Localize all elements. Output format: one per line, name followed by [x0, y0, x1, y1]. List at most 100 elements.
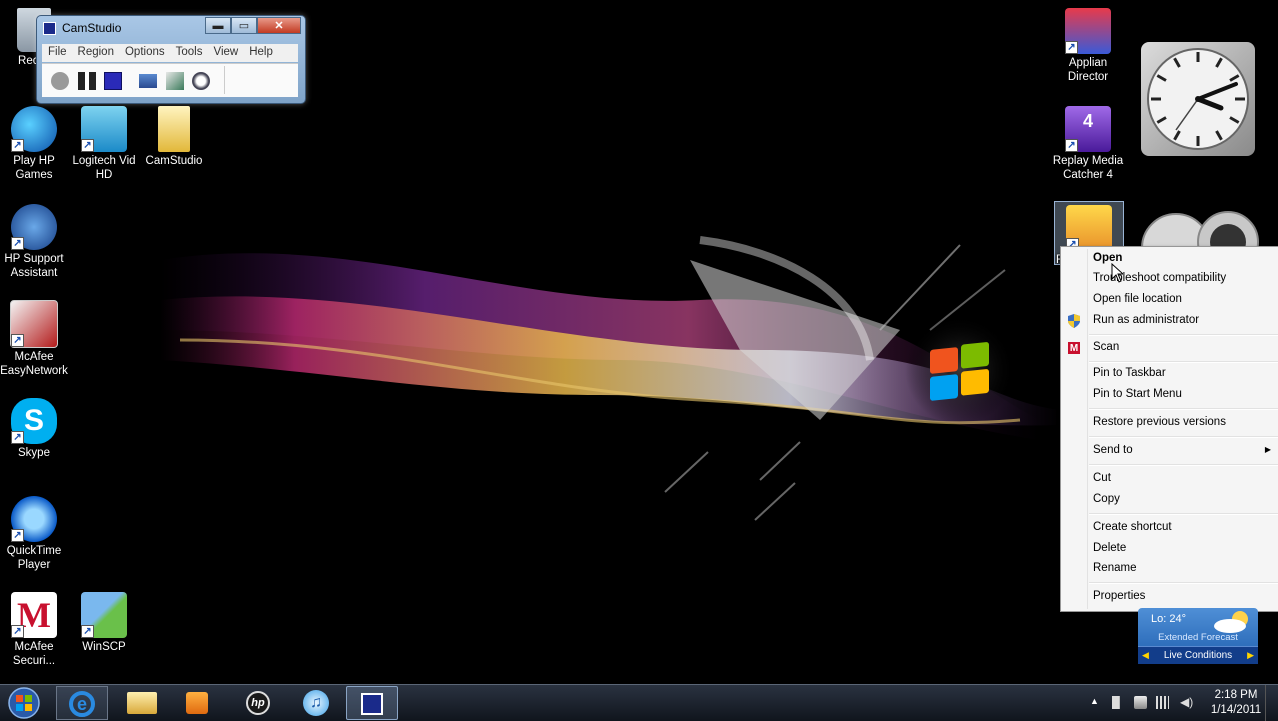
weather-gadget[interactable]: Lo: 24° Extended Forecast ◀ Live Conditi…: [1138, 608, 1258, 664]
analog-clock-face: [1147, 48, 1249, 150]
skype-icon: S ↗: [11, 398, 57, 444]
cloud-sun-icon: [1214, 611, 1248, 633]
camstudio-window[interactable]: CamStudio ▬ ▭ ✕ File Region Options Tools Vi…: [36, 15, 306, 104]
shortcut-arrow-icon: ↗: [11, 431, 24, 444]
cpu-meter-gadget[interactable]: [1140, 202, 1278, 248]
menu-item-create-shortcut[interactable]: Create shortcut: [1061, 518, 1278, 538]
winscp-icon: ↗: [81, 592, 127, 638]
power-icon[interactable]: [1134, 696, 1147, 709]
annotate-icon[interactable]: [166, 72, 184, 90]
desktop-icon-hp-support[interactable]: ↗ HP Support Assistant: [0, 204, 72, 280]
desktop-icon-skype[interactable]: S ↗ Skype: [0, 398, 72, 460]
menu-item-copy[interactable]: Copy: [1061, 490, 1278, 510]
next-arrow-icon[interactable]: ▶: [1247, 647, 1254, 664]
submenu-arrow-icon: ▶: [1264, 445, 1271, 454]
menu-help[interactable]: Help: [243, 44, 278, 58]
weather-nav-bar: ◀ Live Conditions ▶: [1138, 646, 1258, 664]
menu-item-troubleshoot-compatibility[interactable]: Troubleshoot compatibility: [1061, 269, 1278, 289]
desktop-icon-logitech-vid[interactable]: ↗ Logitech Vid HD: [66, 106, 142, 182]
desktop-icon-label: QuickTime Player: [6, 545, 62, 571]
menu-region[interactable]: Region: [72, 44, 119, 58]
desktop-icon-quicktime[interactable]: ↗ QuickTime Player: [0, 496, 72, 572]
menu-separator: [1089, 436, 1278, 438]
taskbar-itunes[interactable]: ♫: [290, 686, 342, 720]
folder-icon: [158, 106, 190, 152]
maximize-button[interactable]: ▭: [231, 17, 257, 34]
camstudio-titlebar[interactable]: CamStudio ▬ ▭ ✕: [37, 16, 305, 42]
desktop-icon-label: HP Support Assistant: [4, 253, 64, 279]
itunes-icon: ♫: [303, 690, 329, 716]
taskbar-hp[interactable]: hp: [232, 686, 284, 720]
menu-item-properties[interactable]: Properties: [1061, 587, 1278, 607]
shortcut-arrow-icon: ↗: [1065, 41, 1078, 54]
hp-icon: hp: [246, 691, 270, 715]
menu-options[interactable]: Options: [119, 44, 170, 58]
desktop-icon-label: Logitech Vid HD: [72, 155, 136, 181]
menu-item-pin-to-start-menu[interactable]: Pin to Start Menu: [1061, 385, 1278, 405]
menu-separator: [1089, 408, 1278, 410]
pause-icon[interactable]: [78, 72, 96, 90]
menu-item-delete[interactable]: Delete: [1061, 539, 1278, 559]
selected-shortcut-icon: ↗: [1066, 205, 1112, 251]
menu-view[interactable]: View: [207, 44, 243, 58]
record-icon[interactable]: [51, 72, 69, 90]
desktop-icon-label: Play HP Games: [13, 155, 55, 181]
desktop-icon-mcafee-security[interactable]: M ↗ McAfee Securi...: [0, 592, 72, 668]
mouse-cursor-icon: [1111, 263, 1123, 283]
menu-item-restore-previous-versions[interactable]: Restore previous versions: [1061, 413, 1278, 433]
desktop-icon-winscp[interactable]: ↗ WinSCP: [66, 592, 142, 654]
menu-separator: [1089, 334, 1278, 336]
applian-director-icon: ↗: [1065, 8, 1111, 54]
taskbar-internet-explorer[interactable]: e: [56, 686, 108, 720]
camstudio-toolbar: [42, 63, 298, 97]
menu-separator: [1089, 582, 1278, 584]
shortcut-arrow-icon: ↗: [11, 237, 24, 250]
menu-item-open-file-location[interactable]: Open file location: [1061, 290, 1278, 310]
desktop-icon-play-hp-games[interactable]: ↗ Play HP Games: [0, 106, 72, 182]
region-icon[interactable]: [139, 74, 157, 88]
menu-tools[interactable]: Tools: [170, 44, 208, 58]
volume-icon[interactable]: ◀): [1180, 696, 1193, 709]
menu-item-run-as-administrator[interactable]: Run as administrator: [1061, 311, 1278, 331]
network-icon[interactable]: [1156, 696, 1169, 709]
mcafee-easynetwork-icon: ↗: [10, 300, 58, 348]
taskbar-camstudio[interactable]: [346, 686, 398, 720]
menu-item-send-to[interactable]: Send to ▶: [1061, 441, 1278, 461]
menu-item-pin-to-taskbar[interactable]: Pin to Taskbar: [1061, 364, 1278, 384]
shortcut-arrow-icon: ↗: [1065, 139, 1078, 152]
weather-low-temp: Lo: 24°: [1151, 613, 1186, 625]
menu-item-scan[interactable]: M Scan: [1061, 338, 1278, 358]
menu-item-cut[interactable]: Cut: [1061, 469, 1278, 489]
extended-forecast-link[interactable]: Extended Forecast: [1138, 632, 1258, 643]
menu-item-rename[interactable]: Rename: [1061, 559, 1278, 579]
clock-gadget[interactable]: [1141, 42, 1255, 156]
taskbar-windows-explorer[interactable]: [116, 686, 168, 720]
taskbar-media-player[interactable]: [172, 686, 224, 720]
show-hidden-icons-icon[interactable]: ▲: [1090, 696, 1103, 709]
camstudio-app-icon: [43, 22, 56, 35]
menu-item-open[interactable]: Open: [1061, 249, 1278, 269]
hp-games-icon: ↗: [11, 106, 57, 152]
action-center-flag-icon[interactable]: [1112, 696, 1120, 709]
taskbar-clock-time[interactable]: 2:18 PM: [1206, 689, 1266, 701]
desktop-icon-mcafee-easynetwork[interactable]: ↗ McAfee EasyNetwork: [0, 300, 72, 378]
desktop-icon-label: McAfee Securi...: [12, 641, 56, 667]
live-conditions-label[interactable]: Live Conditions: [1164, 650, 1232, 661]
swf-icon[interactable]: [192, 72, 210, 90]
minimize-button[interactable]: ▬: [205, 17, 231, 34]
camstudio-menubar: File Region Options Tools View Help: [42, 44, 298, 62]
desktop-icon-replay-media-catcher[interactable]: 4 ↗ Replay Media Catcher 4: [1050, 106, 1126, 182]
shortcut-arrow-icon: ↗: [11, 334, 24, 347]
stop-icon[interactable]: [104, 72, 122, 90]
desktop-icon-camstudio-folder[interactable]: CamStudio: [136, 106, 212, 168]
windows-explorer-icon: [127, 692, 157, 714]
taskbar: e hp ♫ ▲ ◀) 2:18 PM 1/14/2011: [0, 684, 1278, 721]
close-button[interactable]: ✕: [257, 17, 301, 34]
show-desktop-button[interactable]: [1265, 685, 1278, 721]
prev-arrow-icon[interactable]: ◀: [1142, 647, 1149, 664]
start-button[interactable]: [6, 686, 42, 720]
internet-explorer-icon: e: [69, 691, 95, 717]
taskbar-clock-date[interactable]: 1/14/2011: [1206, 704, 1266, 716]
desktop-icon-applian-director[interactable]: ↗ Applian Director: [1050, 8, 1126, 84]
menu-file[interactable]: File: [42, 44, 72, 58]
